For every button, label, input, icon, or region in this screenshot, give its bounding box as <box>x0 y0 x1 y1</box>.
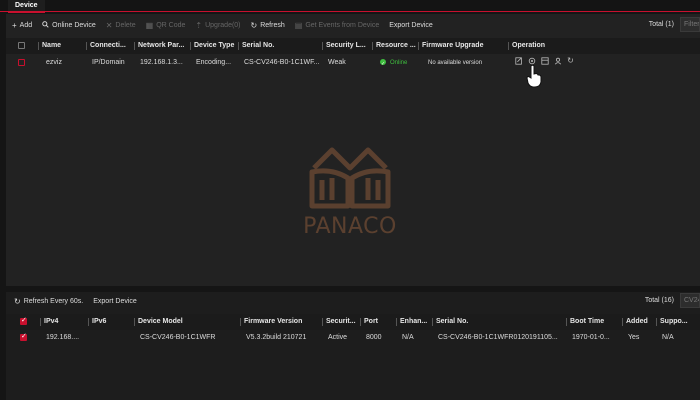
refresh-label: Refresh <box>260 21 285 29</box>
online-port: 8000 <box>366 334 382 341</box>
header-port[interactable]: Port <box>360 314 396 330</box>
header-connection[interactable]: Connecti... <box>86 38 134 54</box>
header-serial[interactable]: Serial No. <box>238 38 322 54</box>
header-firmware[interactable]: Firmware Upgrade <box>418 38 508 54</box>
delete-label: Delete <box>115 21 136 29</box>
header-online-serial[interactable]: Serial No. <box>432 314 566 330</box>
online-boot-time: 1970-01-0... <box>572 334 610 341</box>
online-row-checkbox[interactable] <box>20 332 27 341</box>
online-total: Total (16) <box>644 297 674 304</box>
header-enhanced[interactable]: Enhan... <box>396 314 432 330</box>
online-support: N/A <box>662 334 674 341</box>
auto-refresh-label: Refresh Every 60s. <box>23 297 84 305</box>
header-security[interactable]: Security L... <box>322 38 372 54</box>
refresh-icon[interactable]: ↻ <box>566 56 575 65</box>
device-name: ezviz <box>46 59 62 66</box>
device-network: 192.168.1.3... <box>140 59 183 66</box>
online-enhanced: N/A <box>402 334 414 341</box>
user-icon[interactable] <box>553 56 562 65</box>
book-logo-icon <box>309 147 391 209</box>
add-button[interactable]: + Add <box>12 21 32 30</box>
online-device-label: Online Device <box>52 21 96 29</box>
device-table-header: Name Connecti... Network Par... Device T… <box>6 38 700 54</box>
refresh-icon: ↻ <box>250 20 258 30</box>
online-filter-input[interactable]: CV24 <box>680 293 700 308</box>
online-table-header: IPv4 IPv6 Device Model Firmware Version … <box>6 314 700 330</box>
online-ipv6 <box>90 330 134 346</box>
online-security: Active <box>328 334 348 341</box>
online-device-row[interactable]: 192.168.... CS-CV246-B0-1C1WFR V5.3.2bui… <box>6 330 700 346</box>
watermark-text: PANACO <box>303 214 397 239</box>
add-label: Add <box>19 21 33 29</box>
auto-refresh-button[interactable]: ↻ Refresh Every 60s. <box>14 297 83 306</box>
tab-bar: Device <box>0 0 700 13</box>
row-checkbox[interactable] <box>18 59 25 66</box>
device-panel: + Add Online Device ✕ Delete ▦ QR Code ⇡… <box>6 14 700 286</box>
online-added: Yes <box>628 334 640 341</box>
header-device-type[interactable]: Device Type <box>190 38 238 54</box>
document-icon: ▤ <box>294 20 303 30</box>
search-icon <box>42 20 49 30</box>
qr-icon: ▦ <box>145 20 154 30</box>
export-device-button[interactable]: Export Device <box>389 22 433 29</box>
qr-code-label: QR Code <box>156 21 186 29</box>
edit-icon[interactable] <box>514 56 523 65</box>
online-device-panel: ↻ Refresh Every 60s. Export Device Total… <box>6 292 700 400</box>
get-events-label: Get Events from Device <box>305 21 380 29</box>
online-status-label: Online <box>390 60 408 66</box>
qr-code-button[interactable]: ▦ QR Code <box>146 21 186 30</box>
online-device-button[interactable]: Online Device <box>42 20 96 30</box>
online-serial: CS-CV246-B0-1C1WFR0120191105... <box>438 334 558 341</box>
device-total: Total (1) <box>648 21 674 28</box>
online-model: CS-CV246-B0-1C1WFR <box>140 334 216 341</box>
operation-icons: ↻ <box>514 56 575 65</box>
header-support[interactable]: Suppo... <box>656 314 696 330</box>
header-firmware-version[interactable]: Firmware Version <box>240 314 322 330</box>
upload-icon: ⇡ <box>195 20 203 30</box>
header-resource[interactable]: Resource ... <box>372 38 418 54</box>
delete-button[interactable]: ✕ Delete <box>106 21 136 30</box>
upgrade-button[interactable]: ⇡ Upgrade(0) <box>195 21 240 30</box>
upgrade-label: Upgrade(0) <box>205 21 241 29</box>
close-icon: ✕ <box>105 20 113 30</box>
online-toolbar: ↻ Refresh Every 60s. Export Device Total… <box>6 292 700 310</box>
plus-icon: + <box>12 20 17 30</box>
filter-input[interactable]: Filter <box>680 17 700 32</box>
refresh-icon: ↻ <box>14 296 21 306</box>
online-ipv4: 192.168.... <box>46 334 80 341</box>
header-operation: Operation <box>508 38 588 54</box>
device-resource-status: Online <box>376 55 420 71</box>
online-status-icon <box>380 56 386 71</box>
device-security: Weak <box>328 59 346 66</box>
hand-cursor-icon <box>526 64 542 88</box>
device-connection: IP/Domain <box>92 59 125 66</box>
tab-device[interactable]: Device <box>8 0 45 13</box>
device-type: Encoding... <box>196 59 232 66</box>
header-name[interactable]: Name <box>38 38 84 54</box>
online-select-all-checkbox[interactable] <box>20 316 27 325</box>
select-all-checkbox[interactable] <box>18 42 25 49</box>
device-row[interactable]: ezviz IP/Domain 192.168.1.3... Encoding.… <box>6 55 700 71</box>
header-ipv6[interactable]: IPv6 <box>88 314 136 330</box>
header-ipv4[interactable]: IPv4 <box>40 314 88 330</box>
device-serial: CS-CV246-B0-1C1WF... <box>244 59 320 66</box>
online-firmware: V5.3.2build 210721 <box>246 334 307 341</box>
watermark-logo: PANACO <box>292 132 408 242</box>
header-added[interactable]: Added <box>622 314 656 330</box>
refresh-button[interactable]: ↻ Refresh <box>251 21 285 30</box>
header-device-model[interactable]: Device Model <box>134 314 238 330</box>
device-firmware-status: No available version <box>428 60 483 66</box>
header-security-status[interactable]: Securit... <box>322 314 360 330</box>
header-network[interactable]: Network Par... <box>134 38 190 54</box>
device-toolbar: + Add Online Device ✕ Delete ▦ QR Code ⇡… <box>6 14 700 36</box>
get-events-button[interactable]: ▤ Get Events from Device <box>295 21 379 30</box>
online-export-button[interactable]: Export Device <box>93 298 137 305</box>
header-boot-time[interactable]: Boot Time <box>566 314 622 330</box>
